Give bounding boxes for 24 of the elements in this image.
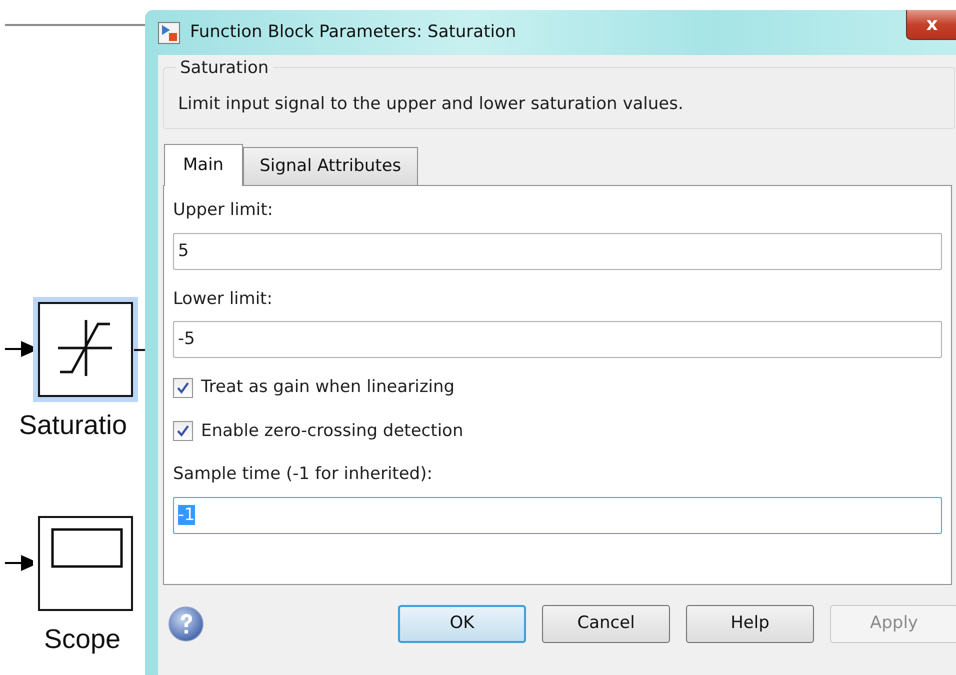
description-text: Limit input signal to the upper and lower saturation values. [178, 93, 684, 116]
input-field[interactable]: -5 [173, 321, 942, 358]
field-label: Upper limit: [173, 199, 274, 222]
input-field[interactable]: 5 [173, 232, 942, 270]
tab[interactable]: Main [164, 144, 243, 186]
dialog-button[interactable]: Help [686, 605, 814, 643]
saturation-icon [56, 320, 114, 376]
tab[interactable]: Signal Attributes [242, 146, 418, 185]
field-label: Lower limit: [173, 288, 274, 310]
saturation-block[interactable] [33, 297, 138, 402]
dialog-button[interactable]: Cancel [542, 605, 670, 643]
window-title: Function Block Parameters: Saturation [190, 20, 516, 44]
scope-screen-icon [51, 528, 123, 568]
block-icon [158, 22, 180, 44]
block-label: Scope [44, 623, 121, 656]
block-label: Saturatio [19, 409, 128, 442]
help-icon[interactable] [168, 606, 204, 642]
checkbox-label: Treat as gain when linearizing [201, 376, 455, 399]
field-label: Sample time (-1 for inherited): [173, 463, 434, 486]
checkbox[interactable] [173, 378, 193, 398]
dialog-button[interactable]: OK [398, 605, 526, 643]
close-button[interactable]: x [906, 10, 956, 40]
checkbox[interactable] [173, 421, 193, 442]
checkbox-label: Enable zero-crossing detection [201, 420, 464, 442]
